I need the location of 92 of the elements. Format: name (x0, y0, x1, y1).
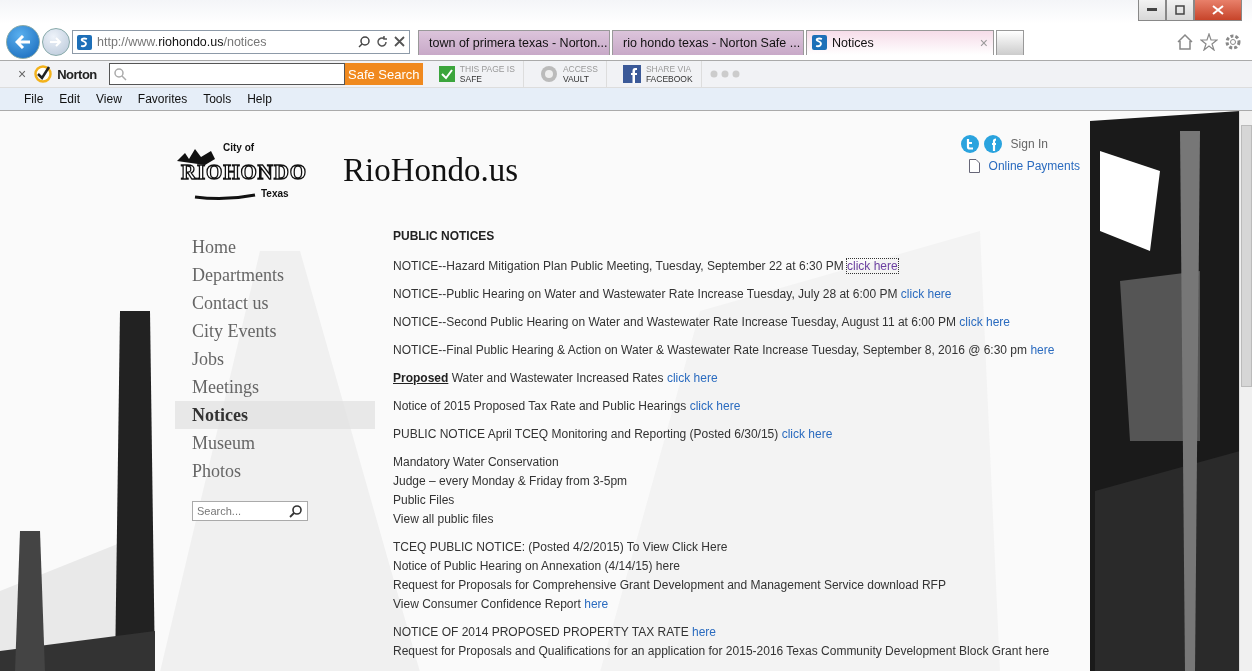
notice-text: TCEQ PUBLIC NOTICE: (Posted 4/2/2015) To View Click Here (393, 539, 729, 555)
section-heading: PUBLIC NOTICES (393, 229, 496, 243)
menu-item[interactable]: View (96, 92, 122, 106)
minimize-button[interactable] (1138, 0, 1166, 21)
notice-text: Proposed Water and Wastewater Increased Rates click here (393, 370, 719, 386)
search-icon[interactable] (289, 505, 302, 518)
search-icon[interactable] (358, 36, 370, 48)
search-icon (113, 67, 127, 81)
notice-text: PUBLIC NOTICE April TCEQ Monitoring and Reporting (Posted 6/30/15) click here (393, 426, 834, 442)
stop-icon[interactable] (394, 36, 405, 47)
notice-text: Public Files (393, 492, 456, 508)
notice-link[interactable]: click here (900, 287, 952, 301)
notice-text: NOTICE--Final Public Hearing & Action on Water & Wastewater Rate Increase Tuesday, September 8, 2016 @ 6:30 pm here (393, 342, 1055, 358)
nav-link[interactable]: Contact us (175, 289, 375, 317)
menu-item[interactable]: Favorites (137, 92, 188, 106)
notice-text: NOTICE OF 2014 PROPOSED PROPERTY TAX RATE here (393, 624, 717, 640)
badge-label: SHARE VIA (645, 64, 693, 74)
nav-link[interactable]: Museum (175, 429, 375, 457)
menu-item[interactable]: Edit (59, 92, 81, 106)
check-icon (438, 66, 455, 82)
badge-value: SAFE (459, 74, 483, 84)
arrow-right-icon (50, 37, 62, 47)
menu-item[interactable]: Tools (203, 92, 232, 106)
city-logo: City of RIOHONDO Texas (175, 139, 315, 201)
notice-text: View all public files (393, 511, 495, 527)
site-icon (812, 35, 827, 50)
notice-link[interactable]: click here (666, 371, 718, 385)
notice-link[interactable]: here (1030, 343, 1055, 357)
maximize-button[interactable] (1166, 0, 1194, 21)
refresh-icon[interactable] (376, 36, 388, 48)
nav-link[interactable]: Notices (175, 401, 375, 429)
nav-link[interactable]: Home (175, 233, 375, 261)
nav-link[interactable]: City Events (175, 317, 375, 345)
address-field[interactable]: http://www.riohondo.us/notices (72, 30, 410, 54)
notice-text: NOTICE--Hazard Mitigation Plan Public Meeting, Tuesday, September 22 at 6:30 PM click here (393, 258, 899, 274)
badge-value: VAULT (562, 74, 591, 84)
nav-link[interactable]: Photos (175, 457, 375, 485)
facebook-icon (622, 65, 641, 83)
close-icon (1212, 5, 1224, 15)
badge-label: THIS PAGE IS (459, 64, 515, 74)
close-toolbar-button[interactable]: × (18, 66, 27, 82)
notice-link[interactable]: click here (781, 427, 833, 441)
arrow-left-icon (15, 35, 31, 49)
scrollbar[interactable] (1239, 111, 1252, 671)
vault-icon (539, 65, 558, 83)
notice-text: Judge – every Monday & Friday from 3-5pm (393, 473, 629, 489)
online-payments-link[interactable]: Online Payments (988, 159, 1080, 173)
check-icon (34, 65, 53, 83)
twitter-icon[interactable] (960, 135, 979, 153)
notice-link[interactable]: here (692, 625, 716, 639)
notice-link[interactable]: here (584, 597, 609, 611)
site-icon (77, 34, 92, 50)
site-title: RioHondo.us (343, 151, 519, 189)
sign-in-link[interactable]: Sign In (1010, 137, 1048, 151)
brand-name: Norton (57, 66, 97, 82)
settings-icon[interactable] (1224, 33, 1242, 51)
maximize-icon (1175, 5, 1185, 15)
notice-text: Mandatory Water Conservation (393, 454, 560, 470)
menu-item[interactable]: File (24, 92, 44, 106)
toolbar-badge[interactable]: SHARE VIA FACEBOOK (614, 61, 702, 87)
notice-text: Notice of Public Hearing on Annexation (4/14/15) here (393, 558, 681, 574)
toolbar-search-field[interactable] (108, 63, 345, 85)
browser-tab[interactable]: town of primera texas - Norton... (418, 29, 610, 55)
toolbar-badge[interactable]: THIS PAGE IS SAFE (430, 61, 524, 87)
forward-button[interactable] (42, 28, 70, 56)
browser-tab[interactable]: Notices × (806, 29, 994, 55)
home-icon[interactable] (1176, 33, 1194, 51)
notice-text: NOTICE--Second Public Hearing on Water and Wastewater Rate Increase Tuesday, August 11 at 6:00 PM click here (393, 314, 1011, 330)
star-icon[interactable] (1200, 33, 1218, 51)
browser-tab[interactable]: rio hondo texas - Norton Safe ... (612, 29, 804, 55)
nav-link[interactable]: Meetings (175, 373, 375, 401)
notice-text: Notice of 2015 Proposed Tax Rate and Public Hearings click here (393, 398, 742, 414)
badge-value: FACEBOOK (645, 74, 693, 84)
back-button[interactable] (6, 25, 40, 59)
menu-item[interactable]: Help (247, 92, 272, 106)
facebook-icon[interactable] (983, 135, 1002, 153)
new-tab-button[interactable] (996, 29, 1024, 55)
nav-link[interactable]: Jobs (175, 345, 375, 373)
document-icon (968, 159, 980, 173)
search-field[interactable]: Search... (192, 501, 308, 521)
notice-text: NOTICE--Public Hearing on Water and Wastewater Rate Increase Tuesday, July 28 at 6:00 PM click here (393, 286, 953, 302)
toolbar-badge[interactable]: ACCESS VAULT (531, 61, 607, 87)
notice-link[interactable]: click here (847, 259, 898, 273)
minimize-icon (1147, 8, 1157, 12)
notice-link[interactable]: click here (689, 399, 741, 413)
nav-link[interactable]: Departments (175, 261, 375, 289)
notice-text: Request for Proposals and Qualifications for an application for 2015-2016 Texas Community Development Block Grant here (393, 643, 1051, 659)
notice-text: View Consumer Confidence Report here (393, 596, 610, 612)
badge-label: ACCESS (562, 64, 598, 74)
notice-link[interactable]: click here (959, 315, 1010, 329)
notice-text: Request for Proposals for Comprehensive Grant Development and Management Service download RFP (393, 577, 947, 593)
close-button[interactable] (1194, 0, 1242, 21)
